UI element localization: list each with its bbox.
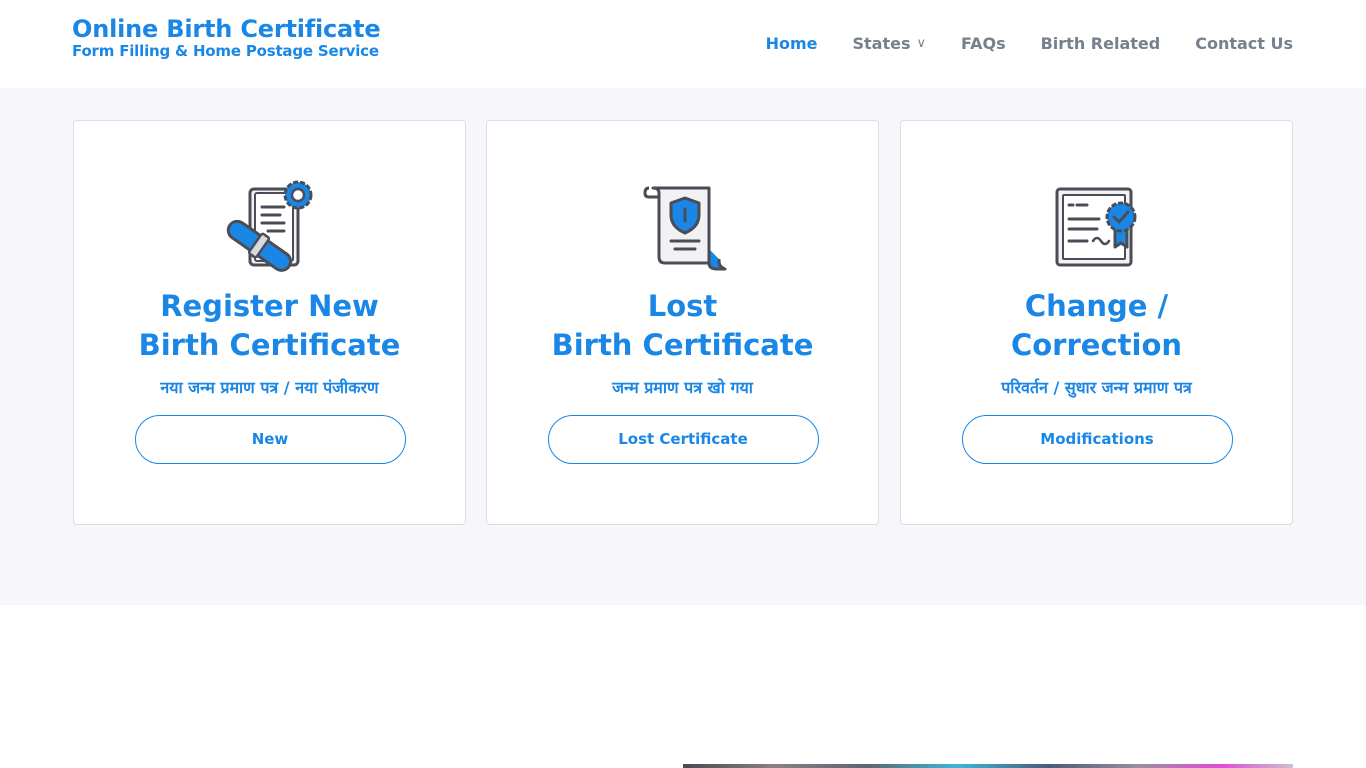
card-subtitle-hindi: नया जन्म प्रमाण पत्र / नया पंजीकरण	[160, 378, 379, 397]
certified-document-icon	[1055, 187, 1136, 267]
card-title: Register New Birth Certificate	[138, 289, 401, 362]
shield-scroll-icon	[642, 186, 726, 271]
card-change-correction: Change / Correction परिवर्तन / सुधार जन्…	[900, 120, 1293, 525]
card-subtitle-hindi: परिवर्तन / सुधार जन्म प्रमाण पत्र	[1001, 378, 1192, 397]
hero-image	[683, 764, 1293, 768]
site-header: Online Birth Certificate Form Filling & …	[0, 0, 1366, 88]
lost-certificate-button[interactable]: Lost Certificate	[547, 415, 819, 464]
card-title: Lost Birth Certificate	[551, 289, 814, 362]
card-subtitle-hindi: जन्म प्रमाण पत्र खो गया	[612, 378, 753, 397]
certificate-scroll-gear-icon	[226, 180, 312, 272]
card-lost-certificate: Lost Birth Certificate जन्म प्रमाण पत्र …	[486, 120, 879, 525]
nav-contact-us[interactable]: Contact Us	[1195, 34, 1293, 53]
nav-birth-related[interactable]: Birth Related	[1041, 34, 1161, 53]
brand-title: Online Birth Certificate	[72, 15, 381, 43]
nav-states[interactable]: States ∨	[852, 34, 926, 53]
nav-faqs[interactable]: FAQs	[961, 34, 1006, 53]
nav-home[interactable]: Home	[766, 34, 818, 53]
new-button[interactable]: New	[134, 415, 406, 464]
chevron-down-icon: ∨	[916, 36, 926, 51]
card-title: Change / Correction	[1010, 289, 1183, 362]
main-nav: Home States ∨ FAQs Birth Related Contact …	[731, 34, 1293, 53]
brand-logo[interactable]: Online Birth Certificate Form Filling & …	[72, 14, 381, 60]
brand-subtitle: Form Filling & Home Postage Service	[72, 42, 379, 60]
modifications-button[interactable]: Modifications	[961, 415, 1233, 464]
card-register-new: Register New Birth Certificate नया जन्म …	[73, 120, 466, 525]
